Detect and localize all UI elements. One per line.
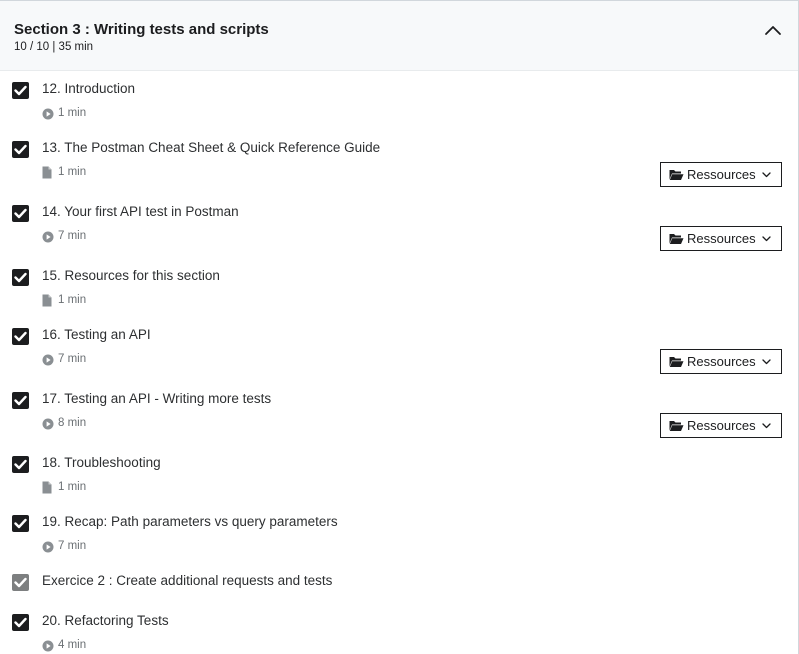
lecture-duration: 8 min bbox=[58, 417, 87, 429]
lecture-title: 18. Troubleshooting bbox=[42, 455, 161, 470]
resources-dropdown-button[interactable]: Ressources bbox=[660, 413, 782, 438]
lecture-duration: 1 min bbox=[58, 294, 87, 306]
lecture-complete-checkbox[interactable] bbox=[12, 141, 29, 158]
chevron-down-icon bbox=[762, 423, 771, 429]
lecture-complete-checkbox[interactable] bbox=[12, 515, 29, 532]
checkmark-icon bbox=[14, 459, 27, 470]
lecture-title: 16. Testing an API bbox=[42, 327, 151, 342]
checkmark-icon bbox=[14, 144, 27, 155]
checkmark-icon bbox=[14, 518, 27, 529]
lecture-duration: 1 min bbox=[58, 481, 87, 493]
checkmark-icon bbox=[14, 577, 27, 588]
resources-dropdown-button[interactable]: Ressources bbox=[660, 226, 782, 251]
checkmark-icon bbox=[14, 331, 27, 342]
folder-open-icon bbox=[669, 170, 684, 180]
resources-label: Ressources bbox=[687, 167, 756, 182]
chevron-up-icon bbox=[765, 26, 781, 35]
lecture-duration: 7 min bbox=[58, 230, 87, 242]
folder-open-icon bbox=[669, 234, 684, 244]
lecture-complete-checkbox[interactable] bbox=[12, 205, 29, 222]
file-icon bbox=[42, 294, 52, 307]
resources-label: Ressources bbox=[687, 418, 756, 433]
lecture-item[interactable]: 16. Testing an API 7 min Ressources bbox=[0, 327, 798, 374]
lecture-complete-checkbox[interactable] bbox=[12, 82, 29, 99]
lecture-item[interactable]: 12. Introduction 1 min bbox=[0, 81, 798, 122]
file-icon bbox=[42, 481, 52, 494]
checkmark-icon bbox=[14, 395, 27, 406]
collapse-section-button[interactable] bbox=[763, 22, 783, 38]
chevron-down-icon bbox=[762, 236, 771, 242]
lecture-title: 14. Your first API test in Postman bbox=[42, 204, 239, 219]
resources-dropdown-button[interactable]: Ressources bbox=[660, 162, 782, 187]
lecture-title: 13. The Postman Cheat Sheet & Quick Refe… bbox=[42, 140, 381, 155]
play-circle-icon bbox=[42, 541, 54, 553]
play-circle-icon bbox=[42, 640, 54, 652]
lecture-item[interactable]: 14. Your first API test in Postman 7 min R… bbox=[0, 204, 798, 251]
lecture-duration: 7 min bbox=[58, 353, 87, 365]
resources-label: Ressources bbox=[687, 231, 756, 246]
lecture-item[interactable]: 15. Resources for this section 1 min bbox=[0, 268, 798, 309]
lecture-item[interactable]: 19. Recap: Path parameters vs query para… bbox=[0, 514, 798, 555]
course-content-panel: Section 3 : Writing tests and scripts 10… bbox=[0, 0, 799, 654]
lecture-duration: 7 min bbox=[58, 540, 87, 552]
lecture-complete-checkbox[interactable] bbox=[12, 269, 29, 286]
section-header[interactable]: Section 3 : Writing tests and scripts 10… bbox=[0, 1, 798, 71]
folder-open-icon bbox=[669, 357, 684, 367]
checkmark-icon bbox=[14, 208, 27, 219]
lecture-title: 17. Testing an API - Writing more tests bbox=[42, 391, 272, 406]
lecture-duration: 1 min bbox=[58, 107, 87, 119]
checkmark-icon bbox=[14, 617, 27, 628]
chevron-down-icon bbox=[762, 359, 771, 365]
checkmark-icon bbox=[14, 272, 27, 283]
play-circle-icon bbox=[42, 108, 54, 120]
folder-open-icon bbox=[669, 421, 684, 431]
lecture-item[interactable]: 20. Refactoring Tests 4 min bbox=[0, 613, 798, 654]
checkmark-icon bbox=[14, 85, 27, 96]
lecture-item[interactable]: 17. Testing an API - Writing more tests 8… bbox=[0, 391, 798, 438]
chevron-down-icon bbox=[762, 172, 771, 178]
section-progress: 10 / 10 | 35 min bbox=[14, 41, 94, 53]
lecture-complete-checkbox[interactable] bbox=[12, 392, 29, 409]
section-title: Section 3 : Writing tests and scripts bbox=[14, 21, 269, 38]
lecture-item[interactable]: Exercice 2 : Create additional requests … bbox=[0, 573, 798, 614]
lecture-duration: 1 min bbox=[58, 166, 87, 178]
play-circle-icon bbox=[42, 231, 54, 243]
lecture-title: 12. Introduction bbox=[42, 81, 136, 96]
lecture-title: 15. Resources for this section bbox=[42, 268, 220, 283]
lecture-complete-checkbox[interactable] bbox=[12, 614, 29, 631]
lecture-title: 20. Refactoring Tests bbox=[42, 613, 169, 628]
lecture-complete-checkbox[interactable] bbox=[12, 574, 29, 591]
resources-dropdown-button[interactable]: Ressources bbox=[660, 349, 782, 374]
lecture-complete-checkbox[interactable] bbox=[12, 328, 29, 345]
lecture-complete-checkbox[interactable] bbox=[12, 456, 29, 473]
lecture-item[interactable]: 13. The Postman Cheat Sheet & Quick Refe… bbox=[0, 140, 798, 187]
play-circle-icon bbox=[42, 418, 54, 430]
lecture-duration: 4 min bbox=[58, 639, 87, 651]
lecture-title: 19. Recap: Path parameters vs query para… bbox=[42, 514, 338, 529]
lecture-item[interactable]: 18. Troubleshooting 1 min bbox=[0, 455, 798, 496]
file-icon bbox=[42, 166, 52, 179]
lecture-title: Exercice 2 : Create additional requests … bbox=[42, 573, 333, 588]
play-circle-icon bbox=[42, 354, 54, 366]
resources-label: Ressources bbox=[687, 354, 756, 369]
